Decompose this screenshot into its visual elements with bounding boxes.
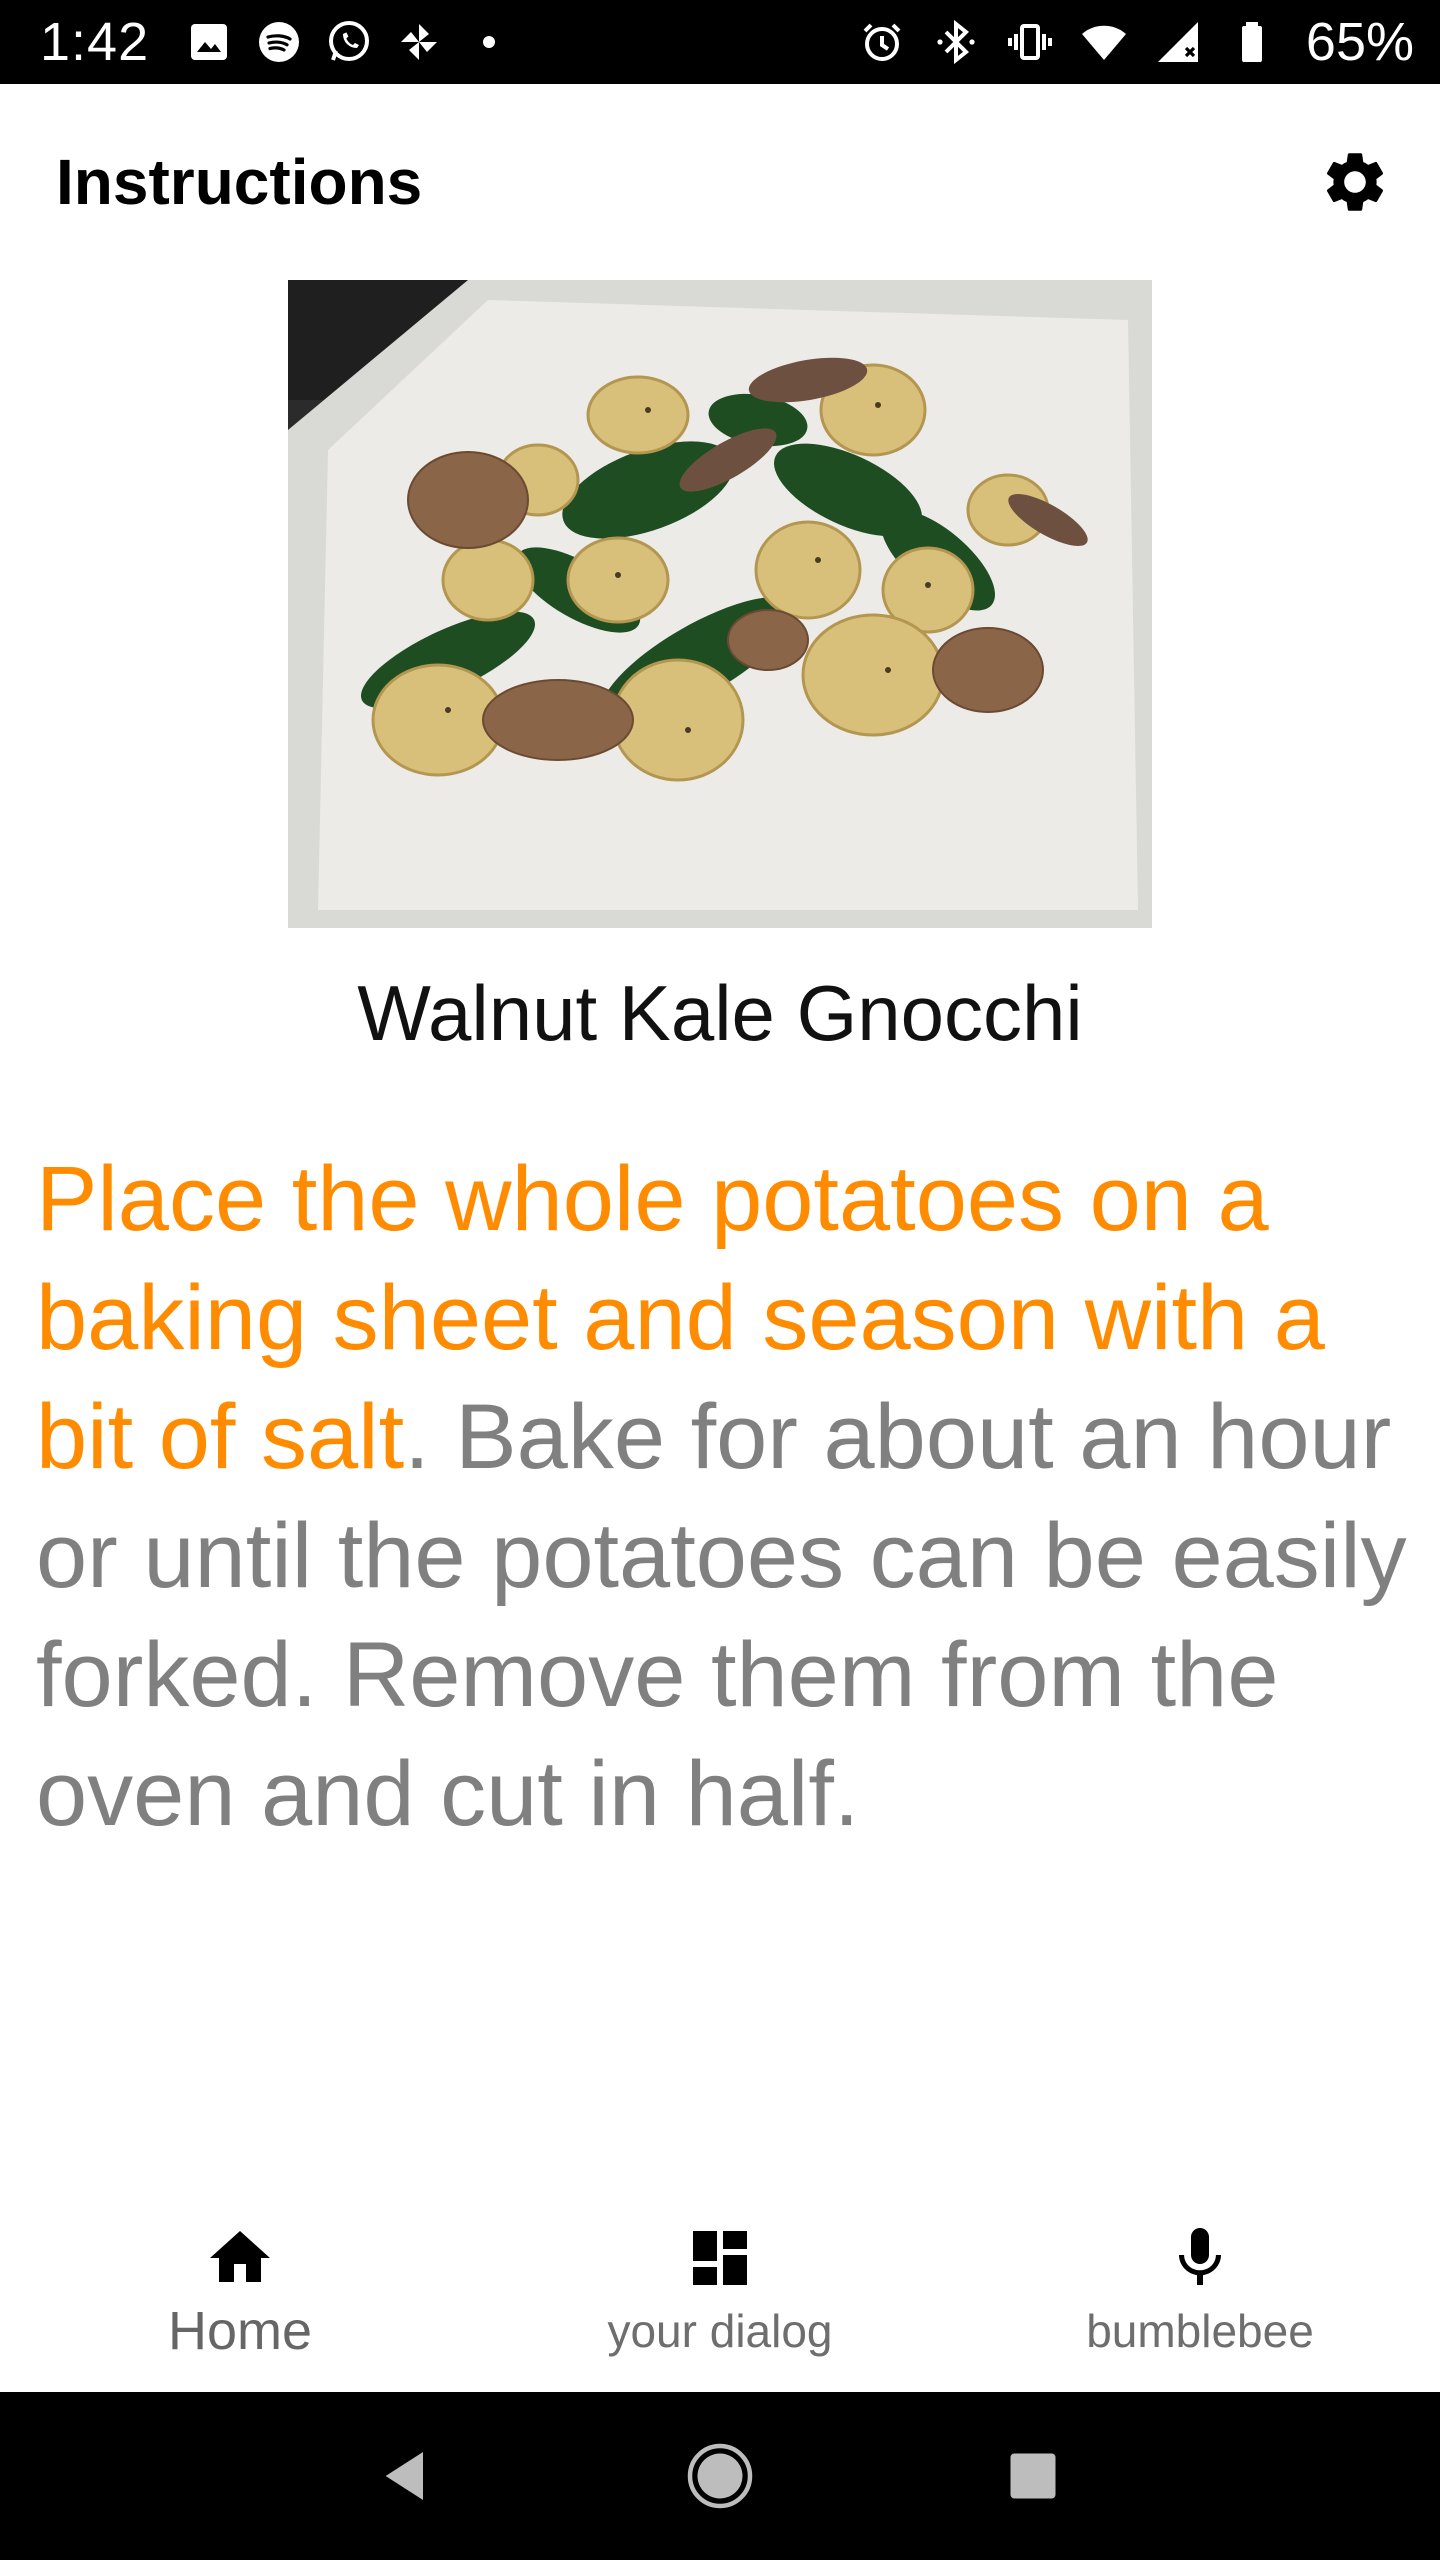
app-bar: Instructions [0,84,1440,280]
dashboard-icon [693,2231,747,2285]
nav-item-home[interactable]: Home [0,2200,480,2392]
microphone-icon [1179,2228,1221,2285]
battery-percent: 65% [1305,12,1414,72]
nav-label-home: Home [167,2301,313,2361]
instruction-text: Place the whole potatoes on a baking she… [36,1140,1416,1854]
system-navigation-bar [0,2392,1440,2560]
status-right-icons: 65% [858,11,1414,73]
settings-button[interactable] [1310,137,1400,227]
gear-icon [1326,153,1384,211]
recipe-photo [288,280,1152,928]
battery-icon [1241,22,1262,62]
home-system-button[interactable] [680,2436,760,2516]
dot-icon [483,36,496,48]
gallery-icon [191,24,228,60]
nav-item-bumblebee[interactable]: bumblebee [960,2200,1440,2392]
bluetooth-icon [937,19,975,65]
whatsapp-icon [329,21,370,61]
recents-square-icon [1010,2453,1056,2499]
bottom-navigation: Home your dialog bumblebee [0,2200,1440,2392]
nav-label-your-dialog: your dialog [607,2305,833,2357]
wifi-icon [1081,25,1126,60]
status-time: 1:42 [40,12,150,72]
home-icon [210,2231,270,2282]
back-button[interactable] [367,2436,447,2516]
recipe-title: Walnut Kale Gnocchi [357,969,1083,1057]
nav-item-your-dialog[interactable]: your dialog [480,2200,960,2392]
gnocchi-dish-image [288,280,1152,928]
nav-label-bumblebee: bumblebee [1086,2305,1314,2357]
status-bar: 1:42 65% [0,0,1440,84]
recents-button[interactable] [993,2436,1073,2516]
alarm-icon [863,23,901,61]
vibrate-icon [1007,24,1052,60]
cellular-icon [1157,22,1198,62]
page-title: Instructions [56,146,423,218]
spotify-icon [259,22,300,62]
status-left-icons [185,18,513,66]
home-circle-icon [687,2443,753,2509]
pinwheel-icon [401,24,438,60]
back-triangle-icon [385,2452,423,2500]
